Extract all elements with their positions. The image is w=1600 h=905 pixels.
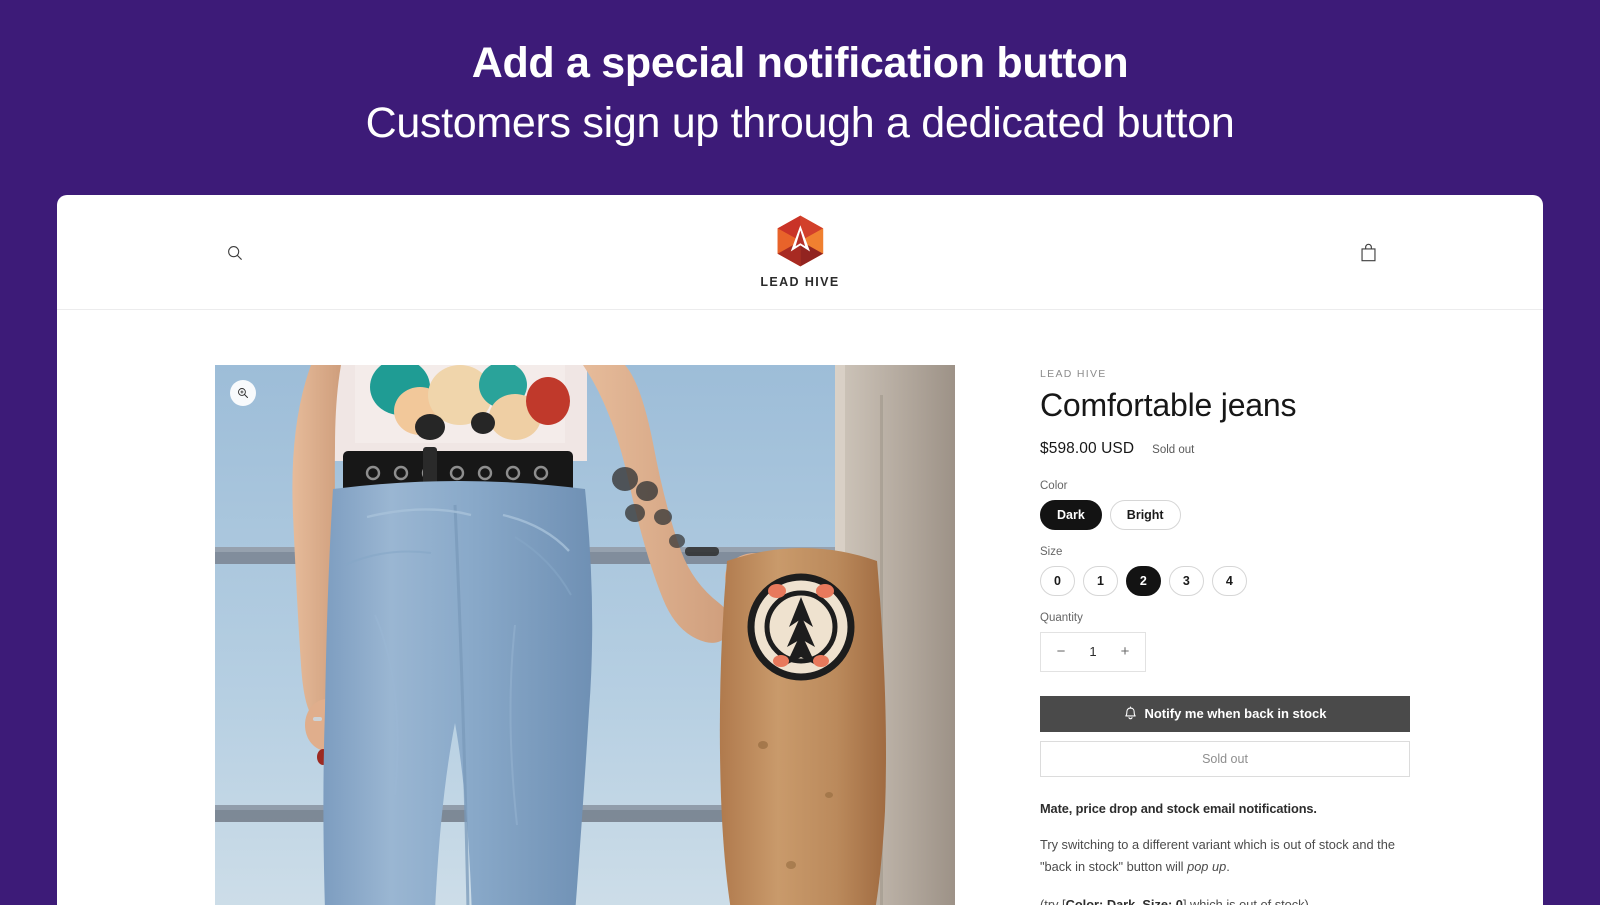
promo-title: Add a special notification button (471, 39, 1129, 87)
promo-subtitle: Customers sign up through a dedicated bu… (365, 98, 1235, 147)
option-values-size: 0 1 2 3 4 (1040, 565, 1410, 596)
option-label-color: Color (1040, 479, 1068, 492)
product-image (215, 365, 955, 905)
shopping-bag-icon (1360, 243, 1376, 262)
quantity-decrease-button[interactable]: − (1053, 643, 1069, 660)
option-label-size: Size (1040, 545, 1063, 558)
store-header: LEAD HIVE (57, 195, 1543, 310)
quantity-input[interactable]: 1 (1089, 644, 1096, 659)
add-to-cart-button[interactable]: Sold out (1040, 740, 1410, 777)
product-price: $598.00 USD (1040, 439, 1135, 457)
notify-me-button[interactable]: Notify me when back in stock (1040, 695, 1410, 732)
notify-me-label: Notify me when back in stock (1144, 706, 1327, 722)
product-details: LEAD HIVE Comfortable jeans $598.00 USD … (1040, 365, 1410, 905)
store-brand-name: LEAD HIVE (760, 275, 840, 289)
description-paragraph-1: Try switching to a different variant whi… (1040, 834, 1410, 878)
option-value-size-3[interactable]: 3 (1168, 565, 1204, 596)
search-button[interactable] (215, 233, 255, 273)
status-badge: Sold out (1152, 443, 1195, 456)
option-group-color: Color Dark Bright (1040, 480, 1410, 530)
product-section: LEAD HIVE Comfortable jeans $598.00 USD … (57, 310, 1543, 905)
option-value-color-dark[interactable]: Dark (1040, 499, 1102, 530)
option-value-size-0[interactable]: 0 (1040, 565, 1075, 596)
zoom-in-icon (238, 388, 248, 398)
option-value-color-bright[interactable]: Bright (1109, 499, 1181, 530)
description-variant-hint: Color: Dark, Size: 0 (1065, 896, 1183, 905)
add-to-cart-label: Sold out (1202, 751, 1248, 766)
quantity-stepper[interactable]: − 1 + (1040, 631, 1146, 672)
option-values-color: Dark Bright (1040, 499, 1410, 530)
bell-icon (1125, 706, 1137, 720)
description-p2-lead: (try [ (1040, 896, 1066, 905)
option-value-size-2[interactable]: 2 (1125, 565, 1161, 596)
option-value-size-1[interactable]: 1 (1082, 565, 1118, 596)
store-preview-card: LEAD HIVE LEAD HIVE Comfortable jeans $5… (57, 195, 1543, 905)
option-value-size-4[interactable]: 4 (1211, 565, 1247, 596)
quantity-increase-button[interactable]: + (1117, 643, 1133, 660)
description-p1-emphasis: pop up (1187, 858, 1227, 874)
hexagon-arrow-logo-icon (777, 215, 823, 267)
search-icon (228, 246, 242, 260)
quantity-group: Quantity − 1 + (1040, 612, 1410, 672)
option-group-size: Size 0 1 2 3 4 (1040, 546, 1410, 596)
description-heading: Mate, price drop and stock email notific… (1040, 800, 1317, 816)
description-paragraph-2: (try [Color: Dark, Size: 0] which is out… (1040, 894, 1410, 905)
quantity-label: Quantity (1040, 611, 1083, 624)
promo-banner: Add a special notification button Custom… (0, 0, 1600, 196)
page-title: Comfortable jeans (1040, 387, 1297, 423)
cart-button[interactable] (1348, 233, 1388, 273)
price-row: $598.00 USD Sold out (1040, 440, 1410, 458)
product-gallery[interactable] (215, 365, 955, 905)
description-p2-tail: ] which is out of stock). (1182, 896, 1313, 905)
zoom-image-button[interactable] (230, 380, 256, 406)
product-vendor: LEAD HIVE (1040, 368, 1107, 380)
description-p1-tail: . (1226, 858, 1230, 874)
store-brand[interactable]: LEAD HIVE (760, 213, 839, 289)
